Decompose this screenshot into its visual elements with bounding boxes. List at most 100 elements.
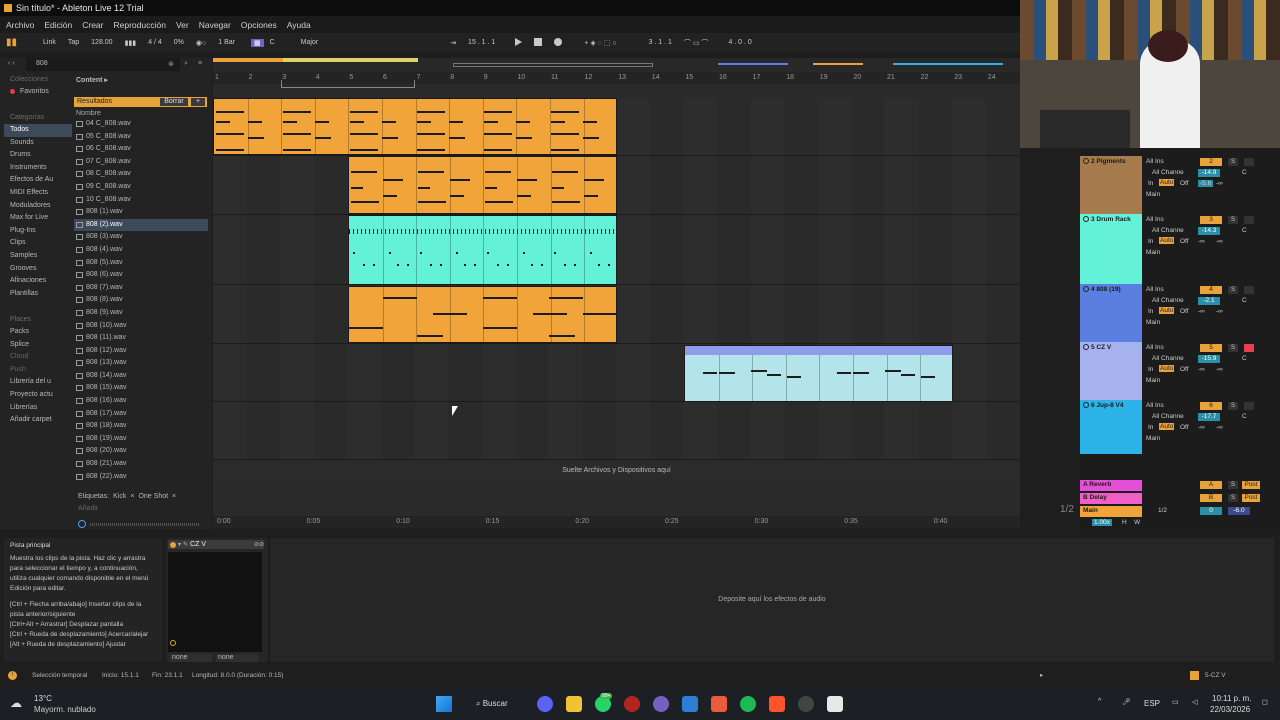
time-ruler[interactable]: 0:000:050:100:150:200:250:300:350:400:45	[213, 516, 1020, 528]
category-item[interactable]: Drums	[4, 149, 72, 162]
return-letter[interactable]: B	[1200, 494, 1222, 502]
overview-bar[interactable]	[213, 58, 1020, 70]
record-button[interactable]	[548, 37, 568, 48]
tag-remove-icon[interactable]: ×	[172, 493, 176, 500]
monitor-off[interactable]: Off	[1180, 180, 1189, 187]
tray-arrow-icon[interactable]: ^	[1098, 698, 1101, 705]
device-menu-icon[interactable]: ⊘⊘	[254, 541, 264, 548]
place-item[interactable]: Librería del u	[4, 376, 72, 389]
input-select[interactable]: All Ins	[1146, 216, 1164, 223]
arm-button-icon[interactable]	[1244, 402, 1254, 410]
monitor-off[interactable]: Off	[1180, 308, 1189, 315]
device-header[interactable]: ▾ ✎ CZ V ⊘⊘	[168, 540, 264, 549]
overview-viewport[interactable]	[453, 63, 653, 67]
category-item[interactable]: Plug-Ins	[4, 225, 72, 238]
send-b-field[interactable]: -∞	[1216, 424, 1223, 431]
file-item[interactable]: 07 C_808.wav	[74, 156, 208, 169]
output-select[interactable]: Main	[1146, 191, 1160, 198]
file-item[interactable]: 808 (19).wav	[74, 433, 208, 446]
arm-button-icon[interactable]	[1244, 158, 1254, 166]
monitor-auto[interactable]: Auto	[1159, 307, 1175, 314]
send-a-field[interactable]: -∞	[1198, 424, 1205, 431]
file-item[interactable]: 808 (15).wav	[74, 382, 208, 395]
file-item[interactable]: 808 (5).wav	[74, 257, 208, 270]
volume-field[interactable]: -14.9	[1198, 169, 1220, 177]
clip-title-bar[interactable]	[685, 346, 952, 355]
file-item[interactable]: 08 C_808.wav	[74, 168, 208, 181]
notifications-icon[interactable]: ◻	[1262, 698, 1268, 706]
send-b-field[interactable]: -∞	[1216, 308, 1223, 315]
w-button[interactable]: W	[1134, 519, 1140, 526]
place-item[interactable]: Proyecto actu	[4, 389, 72, 402]
category-item[interactable]: Sounds	[4, 137, 72, 150]
input-select[interactable]: All Ins	[1146, 402, 1164, 409]
content-header[interactable]: Content ▸	[76, 76, 108, 84]
category-item[interactable]: Plantillas	[4, 288, 72, 301]
file-item[interactable]: 06 C_808.wav	[74, 143, 208, 156]
monitor-off[interactable]: Off	[1180, 424, 1189, 431]
link-button[interactable]: Link	[37, 39, 62, 46]
track-number[interactable]: 3	[1200, 216, 1222, 224]
file-item[interactable]: 808 (16).wav	[74, 395, 208, 408]
windows-start-icon[interactable]	[436, 696, 452, 712]
monitor-auto[interactable]: Auto	[1159, 237, 1175, 244]
track-header[interactable]: 4 808 (19) All Ins All Channe In Auto Off Main…	[1080, 284, 1275, 342]
return-track[interactable]: A Reverb A S Post	[1080, 480, 1275, 491]
track-fold-icon[interactable]	[1083, 158, 1089, 165]
monitor-in[interactable]: In	[1148, 424, 1153, 431]
place-item[interactable]: Cloud	[4, 351, 72, 364]
track-fold-icon[interactable]	[1083, 216, 1089, 223]
clear-results-button[interactable]: Borrar	[160, 98, 188, 106]
file-explorer-icon[interactable]	[566, 696, 582, 712]
monitor-in[interactable]: In	[1148, 180, 1153, 187]
volume-field[interactable]: -17.7	[1198, 413, 1220, 421]
track-number[interactable]: 5	[1200, 344, 1222, 352]
category-item[interactable]: Afinaciones	[4, 275, 72, 288]
track-fold-icon[interactable]	[1083, 286, 1089, 293]
category-item[interactable]: Max for Live	[4, 212, 72, 225]
send-b-field[interactable]: -∞	[1216, 238, 1223, 245]
output-select[interactable]: Main	[1146, 435, 1160, 442]
solo-button[interactable]: S	[1228, 286, 1238, 294]
track-name[interactable]: 6 Jup-8 V4	[1080, 400, 1142, 454]
weather-icon[interactable]: ☁	[10, 696, 22, 710]
page-indicator[interactable]: 1/2	[1060, 504, 1074, 515]
file-item[interactable]: 04 C_808.wav	[74, 118, 208, 131]
input-select[interactable]: All Ins	[1146, 286, 1164, 293]
return-track[interactable]: B Delay B S Post	[1080, 493, 1275, 504]
track-number[interactable]: 6	[1200, 402, 1222, 410]
add-results-icon[interactable]: +	[191, 98, 205, 106]
send-a-field[interactable]: -∞	[1198, 366, 1205, 373]
preview-icon[interactable]	[78, 520, 86, 528]
channel-select[interactable]: All Channe	[1152, 169, 1184, 176]
return-solo[interactable]: S	[1228, 494, 1238, 502]
clear-search-icon[interactable]: ⊗	[168, 60, 174, 68]
punch-icons[interactable]: ⌒ ▭ ⌒	[678, 38, 715, 48]
track-name[interactable]: 5 CZ V	[1080, 342, 1142, 400]
file-item[interactable]: 808 (4).wav	[74, 244, 208, 257]
h-button[interactable]: H	[1122, 519, 1127, 526]
return-name[interactable]: A Reverb	[1080, 480, 1142, 491]
file-item[interactable]: 808 (9).wav	[74, 307, 208, 320]
input-select-1[interactable]: none	[170, 654, 212, 662]
fl-studio-icon[interactable]	[682, 696, 698, 712]
send-b-field[interactable]: -∞	[1216, 180, 1223, 187]
input-select[interactable]: All Ins	[1146, 158, 1164, 165]
return-post[interactable]: Post	[1242, 494, 1260, 502]
opera-icon[interactable]	[624, 696, 640, 712]
track-header[interactable]: 5 CZ V All Ins All Channe In Auto Off Main 5 S -1…	[1080, 342, 1275, 400]
search-icon[interactable]: ⌕	[184, 60, 188, 68]
pan-field[interactable]: C	[1242, 227, 1247, 234]
channel-select[interactable]: All Channe	[1152, 413, 1184, 420]
language-indicator[interactable]: ESP	[1144, 699, 1160, 708]
volume-icon[interactable]: ◁	[1192, 698, 1197, 706]
file-item[interactable]: 808 (13).wav	[74, 357, 208, 370]
track-header[interactable]: 2 Pigments All Ins All Channe In Auto Off Main…	[1080, 156, 1275, 214]
pan-field[interactable]: C	[1242, 355, 1247, 362]
solo-button[interactable]: S	[1228, 402, 1238, 410]
master-ratio[interactable]: 1/2	[1158, 507, 1167, 514]
file-item[interactable]: 808 (7).wav	[74, 282, 208, 295]
place-item[interactable]: Añadir carpet	[4, 414, 72, 427]
nav-arrows-icon[interactable]: ‹ ›	[8, 60, 15, 67]
menu-ayuda[interactable]: Ayuda	[287, 20, 311, 30]
